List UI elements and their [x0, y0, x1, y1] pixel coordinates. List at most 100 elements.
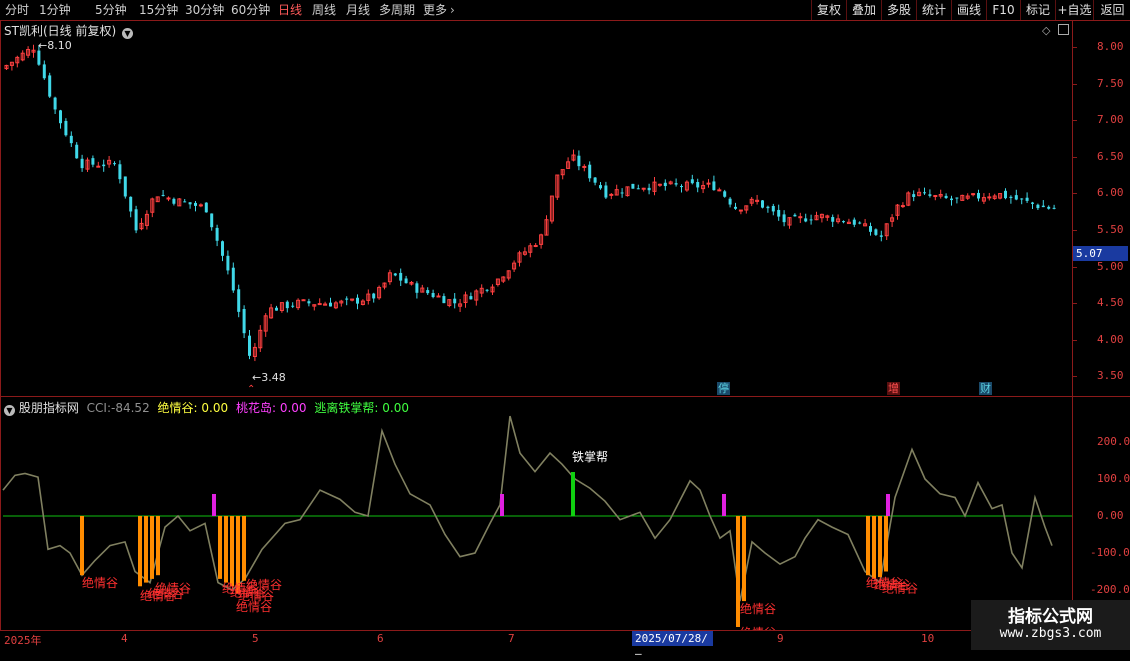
- buy-arrow-icon: ⌃: [247, 384, 256, 395]
- candle: [647, 183, 651, 195]
- candle: [155, 196, 160, 203]
- tab-15min[interactable]: 15分钟: [139, 2, 178, 18]
- candle: [226, 250, 230, 275]
- draw-line-button[interactable]: 画线: [951, 0, 986, 20]
- candle: [663, 179, 667, 191]
- candle: [895, 204, 900, 220]
- event-marker-finance[interactable]: 财: [979, 382, 992, 395]
- candle: [291, 302, 295, 309]
- candle: [129, 196, 133, 218]
- tab-60min[interactable]: 60分钟: [231, 2, 270, 18]
- candle: [761, 199, 764, 209]
- candle: [393, 272, 397, 277]
- candle: [263, 313, 268, 337]
- candle: [819, 213, 824, 223]
- jqg-signal-label: 绝情谷: [155, 581, 191, 596]
- tab-30min[interactable]: 30分钟: [185, 2, 224, 18]
- candle: [933, 194, 938, 201]
- overlay-button[interactable]: 叠加: [846, 0, 881, 20]
- candle: [360, 299, 365, 306]
- candle: [874, 228, 878, 236]
- candle: [123, 176, 127, 199]
- right-axis-divider: [1072, 20, 1073, 630]
- jqg-bar: [872, 516, 876, 579]
- candle: [798, 212, 803, 224]
- candle: [48, 72, 52, 98]
- candle: [258, 325, 263, 352]
- thd-bar: [722, 494, 726, 516]
- stats-button[interactable]: 统计: [916, 0, 951, 20]
- price-tick: 4.00: [1097, 332, 1124, 346]
- candle: [296, 298, 301, 311]
- candle: [231, 262, 235, 293]
- candle: [399, 268, 403, 287]
- mark-button[interactable]: 标记: [1020, 0, 1055, 20]
- candle: [279, 302, 284, 313]
- cci-tick: 100.00: [1097, 472, 1130, 485]
- time-tick: 7: [508, 632, 515, 645]
- candle: [992, 193, 997, 200]
- candle: [442, 293, 446, 304]
- cci-tick: -100.00: [1090, 546, 1130, 559]
- price-tick: 7.00: [1097, 113, 1124, 127]
- candle: [144, 210, 149, 230]
- candle: [404, 275, 408, 284]
- jqg-bar: [156, 516, 160, 576]
- candle: [183, 199, 187, 203]
- back-button[interactable]: 返回: [1093, 0, 1130, 20]
- candle: [252, 343, 257, 362]
- tab-fenshi[interactable]: 分时: [5, 2, 29, 18]
- tab-weekly[interactable]: 周线: [312, 2, 336, 18]
- candle: [582, 164, 587, 172]
- candle: [890, 214, 895, 227]
- tab-multi-period[interactable]: 多周期: [379, 2, 415, 18]
- tick-mark: [1073, 156, 1077, 158]
- candle: [1041, 200, 1045, 208]
- candle: [1031, 201, 1034, 209]
- tick-mark: [1073, 376, 1077, 378]
- candle: [166, 196, 171, 202]
- tab-monthly[interactable]: 月线: [346, 2, 370, 18]
- add-watchlist-button[interactable]: +自选: [1055, 0, 1093, 20]
- candle: [1009, 195, 1013, 204]
- multi-stock-button[interactable]: 多股: [881, 0, 916, 20]
- candle: [447, 299, 452, 308]
- candle: [528, 243, 533, 258]
- tick-mark: [1073, 83, 1077, 85]
- event-marker-increase[interactable]: 增: [887, 382, 900, 395]
- candle: [517, 250, 522, 267]
- jqg-bar: [884, 516, 888, 572]
- jqg-bar: [230, 516, 234, 587]
- tab-more[interactable]: 更多 ›: [423, 2, 455, 18]
- tab-1min[interactable]: 1分钟: [39, 2, 71, 18]
- candle: [248, 329, 251, 360]
- candle: [312, 304, 317, 311]
- low-price-label: ←3.48: [252, 371, 286, 384]
- candle: [356, 294, 359, 310]
- candle: [75, 142, 79, 159]
- candle: [366, 289, 371, 305]
- tab-5min[interactable]: 5分钟: [95, 2, 127, 18]
- candle: [345, 296, 349, 306]
- price-tick: 5.00: [1097, 259, 1124, 273]
- candle: [204, 202, 208, 213]
- tab-daily[interactable]: 日线: [278, 2, 302, 18]
- candle: [965, 193, 970, 200]
- candle: [102, 159, 106, 172]
- candle: [53, 96, 57, 114]
- event-marker-halt[interactable]: 停: [717, 382, 730, 395]
- candle: [852, 217, 856, 228]
- candle: [706, 179, 711, 188]
- candle: [793, 213, 797, 217]
- candle: [161, 190, 165, 197]
- fuquan-button[interactable]: 复权: [811, 0, 846, 20]
- f10-button[interactable]: F10: [986, 0, 1020, 20]
- candle: [522, 247, 527, 256]
- candle: [485, 289, 489, 293]
- high-price-label: ←8.10: [38, 39, 72, 52]
- cci-tick: 200.00: [1097, 435, 1130, 448]
- candle: [923, 187, 926, 195]
- candle: [139, 218, 144, 231]
- candle: [771, 203, 775, 216]
- candle: [674, 178, 678, 187]
